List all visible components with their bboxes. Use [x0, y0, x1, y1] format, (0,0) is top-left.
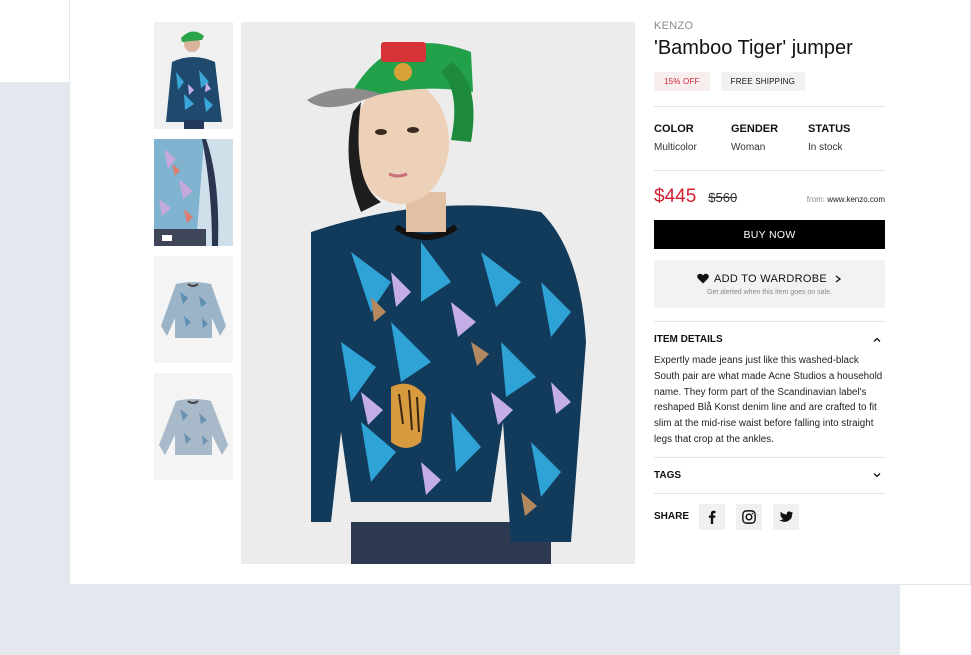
attribute-value: Multicolor — [654, 142, 697, 153]
divider — [654, 492, 885, 494]
attribute-value: In stock — [808, 142, 843, 153]
product-title: 'Bamboo Tiger' jumper — [654, 37, 853, 59]
chevron-down-icon — [873, 473, 881, 478]
attribute-status: STATUS In stock — [808, 123, 885, 153]
thumbnail-4[interactable] — [154, 373, 233, 480]
price-row: $445 $560 from: www.kenzo.com — [654, 186, 885, 208]
item-details-heading: ITEM DETAILS — [654, 334, 723, 345]
attribute-gender: GENDER Woman — [731, 123, 808, 153]
divider — [654, 321, 885, 322]
product-card: KENZO 'Bamboo Tiger' jumper 15% OFF FREE… — [70, 0, 970, 584]
divider — [654, 106, 885, 107]
shipping-badge: FREE SHIPPING — [720, 72, 806, 91]
thumbnail-1-image — [154, 22, 233, 129]
share-label: SHARE — [654, 511, 690, 523]
thumbnail-1[interactable] — [154, 22, 233, 129]
discount-badge: 15% OFF — [654, 72, 710, 91]
facebook-button[interactable] — [699, 503, 726, 530]
thumbnail-2[interactable] — [154, 139, 233, 246]
buy-now-button[interactable]: BUY NOW — [654, 220, 885, 249]
wardrobe-line: ADD TO WARDROBE — [697, 273, 842, 285]
thumbnail-3-image — [154, 256, 233, 363]
main-product-image — [241, 22, 635, 564]
badge-row: 15% OFF FREE SHIPPING — [654, 72, 885, 91]
item-description: Expertly made jeans just like this washe… — [654, 355, 883, 445]
attribute-value: Woman — [731, 142, 766, 153]
attribute-label: GENDER — [731, 123, 779, 135]
divider — [654, 456, 885, 458]
product-details: KENZO 'Bamboo Tiger' jumper 15% OFF FREE… — [654, 20, 885, 530]
retailer-source: from: www.kenzo.com — [807, 195, 885, 204]
add-to-wardrobe-button[interactable]: ADD TO WARDROBE Get alerted when this it… — [654, 260, 885, 308]
instagram-button[interactable] — [736, 503, 763, 530]
facebook-icon — [708, 510, 716, 524]
thumbnail-3[interactable] — [154, 256, 233, 363]
wardrobe-subtext: Get alerted when this item goes on sale. — [707, 288, 832, 296]
thumbnail-list — [154, 22, 233, 490]
from-label: from: — [806, 195, 825, 204]
tags-heading: TAGS — [654, 469, 682, 481]
brand-name[interactable]: KENZO — [654, 20, 885, 32]
twitter-icon — [779, 511, 794, 522]
attribute-row: COLOR Multicolor GENDER Woman STATUS In … — [654, 123, 885, 153]
chevron-up-icon — [873, 337, 881, 342]
wardrobe-label: ADD TO WARDROBE — [713, 272, 828, 285]
retailer-link[interactable]: www.kenzo.com — [827, 195, 885, 204]
thumbnail-2-image — [154, 139, 233, 246]
twitter-button[interactable] — [773, 503, 800, 530]
tags-toggle[interactable]: TAGS — [654, 470, 885, 481]
original-price: $560 — [708, 190, 738, 205]
heart-icon — [697, 273, 709, 284]
item-details-toggle[interactable]: ITEM DETAILS — [654, 334, 885, 345]
share-row: SHARE — [654, 503, 885, 530]
chevron-right-icon — [835, 274, 842, 283]
attribute-color: COLOR Multicolor — [654, 123, 731, 153]
model-photo — [241, 22, 635, 564]
sale-price: $445 — [654, 186, 697, 207]
thumbnail-4-image — [154, 373, 233, 480]
attribute-label: STATUS — [808, 123, 851, 135]
divider — [654, 170, 885, 171]
instagram-icon — [742, 509, 756, 524]
attribute-label: COLOR — [654, 123, 694, 135]
